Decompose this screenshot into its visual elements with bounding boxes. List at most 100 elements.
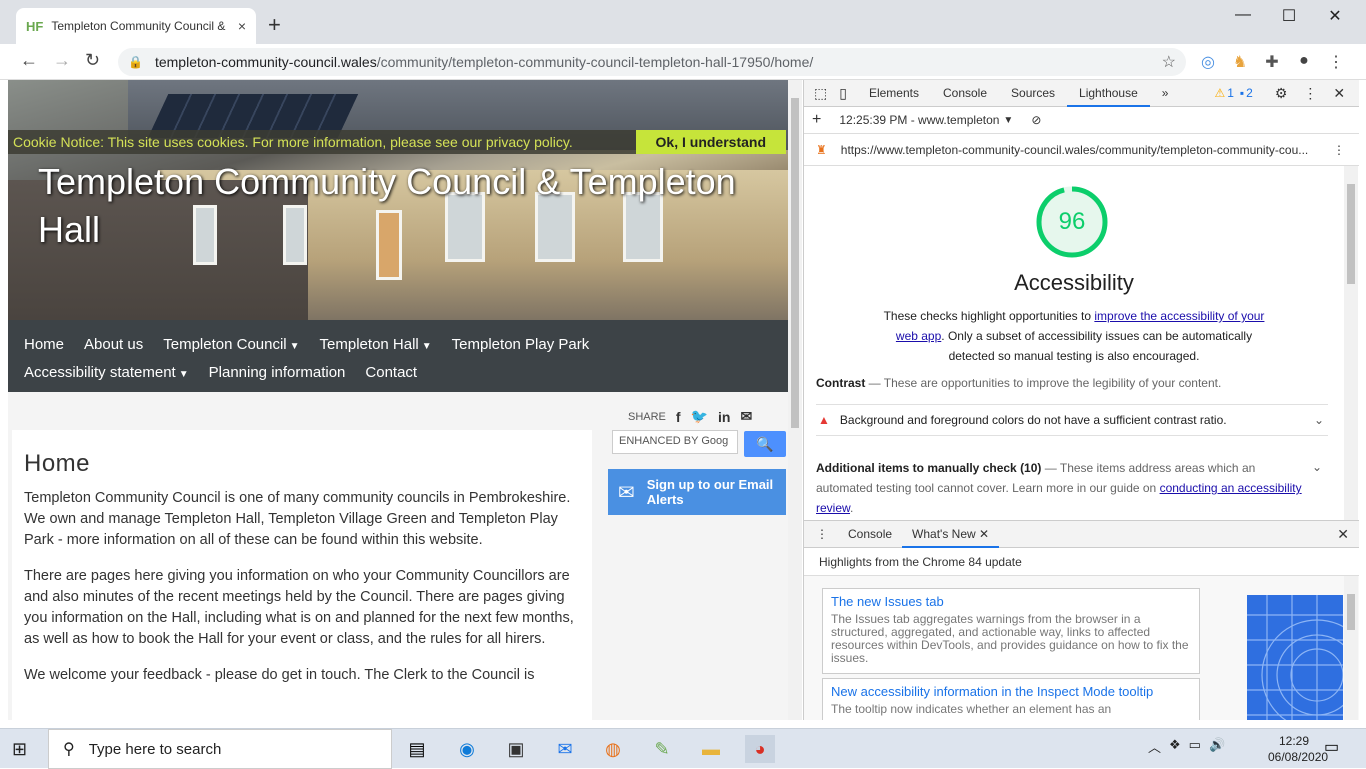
firefox-icon[interactable]: ◍ — [598, 735, 628, 763]
card-description: The tooltip now indicates whether an ele… — [831, 702, 1112, 716]
device-toolbar-icon[interactable]: ▯ — [835, 85, 857, 102]
windows-start-icon[interactable]: ⊞ — [12, 739, 27, 760]
report-menu-icon[interactable]: ⋮ — [1333, 143, 1345, 157]
clear-reports-icon[interactable]: ⊘ — [1031, 113, 1041, 127]
forward-arrow-icon[interactable]: → — [53, 50, 71, 71]
email-signup-button[interactable]: ✉ Sign up to our Email Alerts — [608, 469, 786, 515]
message-icon[interactable]: ▪ — [1240, 86, 1244, 100]
page-content: SHARE f 🐦 in ✉ ENHANCED BY Goog 🔍 ✉ Sign… — [8, 392, 788, 720]
tab-title: Templeton Community Council & — [51, 19, 226, 33]
whats-new-card[interactable]: The new Issues tab The Issues tab aggreg… — [822, 588, 1200, 674]
extension-fox-icon[interactable]: ♞ — [1229, 52, 1251, 72]
store-bag-icon[interactable]: ▣ — [501, 735, 531, 763]
linkedin-icon[interactable]: in — [718, 409, 730, 425]
whats-new-scrollbar[interactable] — [1344, 576, 1358, 720]
drawer-menu-icon[interactable]: ⋮ — [804, 527, 838, 541]
devtools-close-icon[interactable]: ✕ — [1333, 85, 1345, 102]
caret-down-icon: ▼ — [178, 368, 189, 380]
nav-item-contact[interactable]: Contact — [365, 364, 417, 381]
twitter-icon[interactable]: 🐦 — [691, 408, 708, 425]
back-arrow-icon[interactable]: ← — [20, 50, 38, 71]
card-title[interactable]: The new Issues tab — [831, 594, 1191, 609]
nav-item-accessibility-statement[interactable]: Accessibility statement ▼ — [24, 364, 189, 381]
email-icon[interactable]: ✉ — [740, 408, 752, 425]
clock-date: 06/08/2020 — [1268, 750, 1329, 764]
whats-new-body: The new Issues tab The Issues tab aggreg… — [804, 576, 1359, 720]
taskbar-clock[interactable]: 12:29 06/08/2020 — [1268, 733, 1329, 765]
lock-icon: 🔒 — [128, 55, 143, 69]
drawer-close-icon[interactable]: ✕ — [1337, 526, 1349, 543]
card-description: The Issues tab aggregates warnings from … — [831, 612, 1189, 665]
cookie-accept-button[interactable]: Ok, I understand — [635, 130, 786, 154]
new-report-icon[interactable]: + — [812, 111, 821, 129]
chevron-down-icon[interactable]: ⌄ — [1314, 413, 1324, 427]
caret-down-icon: ▼ — [289, 340, 300, 352]
nav-item-templeton-play-park[interactable]: Templeton Play Park — [452, 336, 590, 353]
file-explorer-folder-icon[interactable]: ▬ — [696, 735, 726, 763]
mail-icon[interactable]: ✉ — [550, 735, 580, 763]
nav-item-planning-information[interactable]: Planning information — [209, 364, 346, 381]
drawer-tab-console[interactable]: Console — [838, 521, 902, 548]
tab-close-icon[interactable]: × — [238, 18, 246, 34]
close-tab-icon[interactable]: ✕ — [979, 527, 989, 541]
bookmark-star-icon[interactable]: ☆ — [1162, 52, 1176, 72]
site-search-input[interactable]: ENHANCED BY Goog — [612, 430, 738, 454]
nav-item-templeton-hall[interactable]: Templeton Hall ▼ — [320, 336, 432, 353]
edge-browser-icon[interactable]: ◉ — [452, 735, 482, 763]
profile-avatar-icon[interactable]: ● — [1293, 52, 1315, 70]
network-icon[interactable]: ▭ — [1189, 737, 1201, 756]
volume-icon[interactable]: 🔊 — [1209, 737, 1225, 756]
inspect-element-icon[interactable]: ⬚ — [804, 85, 835, 102]
chrome-taskbar-icon[interactable]: ◕ — [745, 735, 775, 763]
more-tabs-icon[interactable]: » — [1150, 80, 1181, 107]
dropbox-icon[interactable]: ❖ — [1169, 737, 1181, 756]
nav-item-templeton-council[interactable]: Templeton Council ▼ — [163, 336, 299, 353]
share-bar: SHARE f 🐦 in ✉ — [628, 408, 752, 425]
task-view-icon[interactable]: ▤ — [402, 735, 432, 763]
search-icon: 🔍 — [756, 436, 774, 452]
system-tray: ︿ ❖ ▭ 🔊 — [1148, 737, 1225, 756]
facebook-icon[interactable]: f — [676, 409, 681, 425]
lighthouse-report: 96 Accessibility These checks highlight … — [804, 166, 1344, 520]
browser-tab[interactable]: HF Templeton Community Council & × — [16, 8, 256, 44]
chevron-down-icon[interactable]: ⌄ — [1312, 460, 1322, 474]
notification-center-icon[interactable]: ▭ — [1324, 737, 1339, 757]
whats-new-card[interactable]: New accessibility information in the Ins… — [822, 678, 1200, 720]
report-scrollbar[interactable] — [1344, 166, 1358, 520]
fail-triangle-icon: ▲ — [818, 413, 830, 427]
tab-lighthouse[interactable]: Lighthouse — [1067, 80, 1150, 107]
settings-gear-icon[interactable]: ⚙ — [1275, 85, 1288, 102]
contrast-audit-item[interactable]: ▲ Background and foreground colors do no… — [816, 404, 1328, 436]
tab-console[interactable]: Console — [931, 80, 999, 107]
taskbar-search-box[interactable]: ⚲ Type here to search — [48, 729, 392, 769]
search-button[interactable]: 🔍 — [744, 431, 786, 457]
chevron-up-icon[interactable]: ︿ — [1148, 737, 1161, 756]
tab-elements[interactable]: Elements — [857, 80, 931, 107]
report-url[interactable]: https://www.templeton-community-council.… — [841, 143, 1309, 157]
windows-taskbar: ⊞ ⚲ Type here to search ▤ ◉ ▣ ✉ ◍ ✎ ▬ ◕ … — [0, 728, 1366, 769]
chrome-menu-icon[interactable]: ⋮ — [1325, 52, 1347, 72]
address-bar[interactable]: 🔒 templeton-community-council.wales/comm… — [118, 48, 1186, 76]
paragraph: We welcome your feedback - please do get… — [24, 667, 535, 683]
extensions-puzzle-icon[interactable]: ✚ — [1261, 52, 1283, 72]
new-tab-button[interactable]: + — [268, 12, 281, 38]
minimize-button[interactable]: — — [1228, 6, 1258, 24]
extension-edge-icon[interactable]: ◎ — [1197, 52, 1219, 72]
tab-sources[interactable]: Sources — [999, 80, 1067, 107]
report-selector[interactable]: 12:25:39 PM - www.templeton — [839, 113, 999, 127]
page-scrollbar[interactable] — [788, 80, 802, 720]
chevron-down-icon[interactable]: ▼ — [1003, 115, 1013, 126]
reload-icon[interactable]: ↻ — [85, 50, 100, 71]
nav-item-home[interactable]: Home — [24, 336, 64, 353]
site-title[interactable]: Templeton Community Council & Templeton … — [38, 158, 778, 254]
warning-icon[interactable]: ⚠ — [1214, 86, 1225, 100]
paint-palette-icon[interactable]: ✎ — [647, 735, 677, 763]
category-title: Accessibility — [1014, 270, 1134, 295]
card-title[interactable]: New accessibility information in the Ins… — [831, 684, 1191, 699]
close-window-button[interactable]: ✕ — [1320, 6, 1350, 26]
manual-check-group[interactable]: Additional items to manually check (10) … — [816, 458, 1306, 518]
maximize-button[interactable]: ☐ — [1274, 6, 1304, 26]
drawer-tab-whats-new[interactable]: What's New ✕ — [902, 521, 1000, 548]
nav-item-about-us[interactable]: About us — [84, 336, 143, 353]
devtools-menu-icon[interactable]: ⋮ — [1303, 85, 1317, 102]
